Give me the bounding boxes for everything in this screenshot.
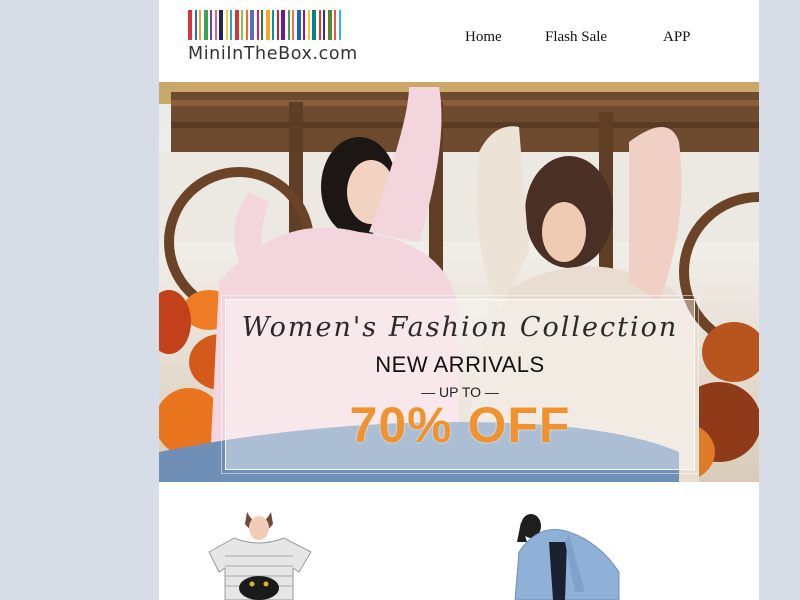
barcode-stripe [277, 10, 279, 40]
barcode-stripe [235, 10, 239, 40]
brand-name: MiniInTheBox.com [188, 44, 358, 64]
barcode-stripe [303, 10, 305, 40]
product-image-coat [514, 514, 620, 600]
hero-banner[interactable]: Women's Fashion Collection NEW ARRIVALS … [159, 82, 759, 482]
barcode-stripe [288, 10, 290, 40]
barcode-stripe [226, 10, 228, 40]
barcode-stripe [328, 10, 332, 40]
barcode-stripe [281, 10, 285, 40]
email-container: MiniInTheBox.com Home Flash Sale APP Wom… [159, 0, 759, 600]
barcode-stripe [246, 10, 248, 40]
barcode-stripe [292, 10, 294, 40]
promo-headline: NEW ARRIVALS [375, 352, 545, 377]
product-grid [159, 482, 759, 600]
promo-script-title: Women's Fashion Collection [241, 312, 679, 343]
barcode-stripe [188, 10, 192, 40]
barcode-stripe [272, 10, 274, 40]
nav-flash-sale-link[interactable]: Flash Sale [545, 29, 607, 49]
barcode-stripe [319, 10, 321, 40]
barcode-stripe [195, 10, 197, 40]
header: MiniInTheBox.com Home Flash Sale APP [159, 0, 759, 82]
barcode-stripe [257, 10, 259, 40]
barcode-stripe [261, 10, 263, 40]
barcode-stripe [323, 10, 325, 40]
barcode-stripe [230, 10, 232, 40]
barcode-stripe [266, 10, 270, 40]
barcode-stripe [312, 10, 316, 40]
barcode-stripe [219, 10, 223, 40]
product-card-tshirt[interactable] [189, 512, 329, 600]
brand-logo[interactable]: MiniInTheBox.com [188, 10, 373, 70]
nav-app-link[interactable]: APP [663, 29, 691, 49]
barcode-stripe [215, 10, 217, 40]
barcode-stripe [199, 10, 201, 40]
left-gutter [0, 0, 159, 600]
product-image-tshirt [208, 512, 312, 600]
barcode-stripe [250, 10, 254, 40]
nav-home-link[interactable]: Home [465, 29, 502, 49]
barcode-stripe [210, 10, 212, 40]
barcode-stripe [334, 10, 336, 40]
barcode-stripe [297, 10, 301, 40]
right-gutter [759, 0, 800, 482]
barcode-stripe [339, 10, 341, 40]
product-card-coat[interactable] [509, 512, 629, 600]
promo-discount: 70% OFF [349, 397, 571, 453]
barcode-stripe [308, 10, 310, 40]
barcode-stripe [204, 10, 208, 40]
barcode-logo-icon [188, 10, 370, 40]
barcode-stripe [241, 10, 243, 40]
promo-overlay[interactable]: Women's Fashion Collection NEW ARRIVALS … [221, 295, 699, 474]
